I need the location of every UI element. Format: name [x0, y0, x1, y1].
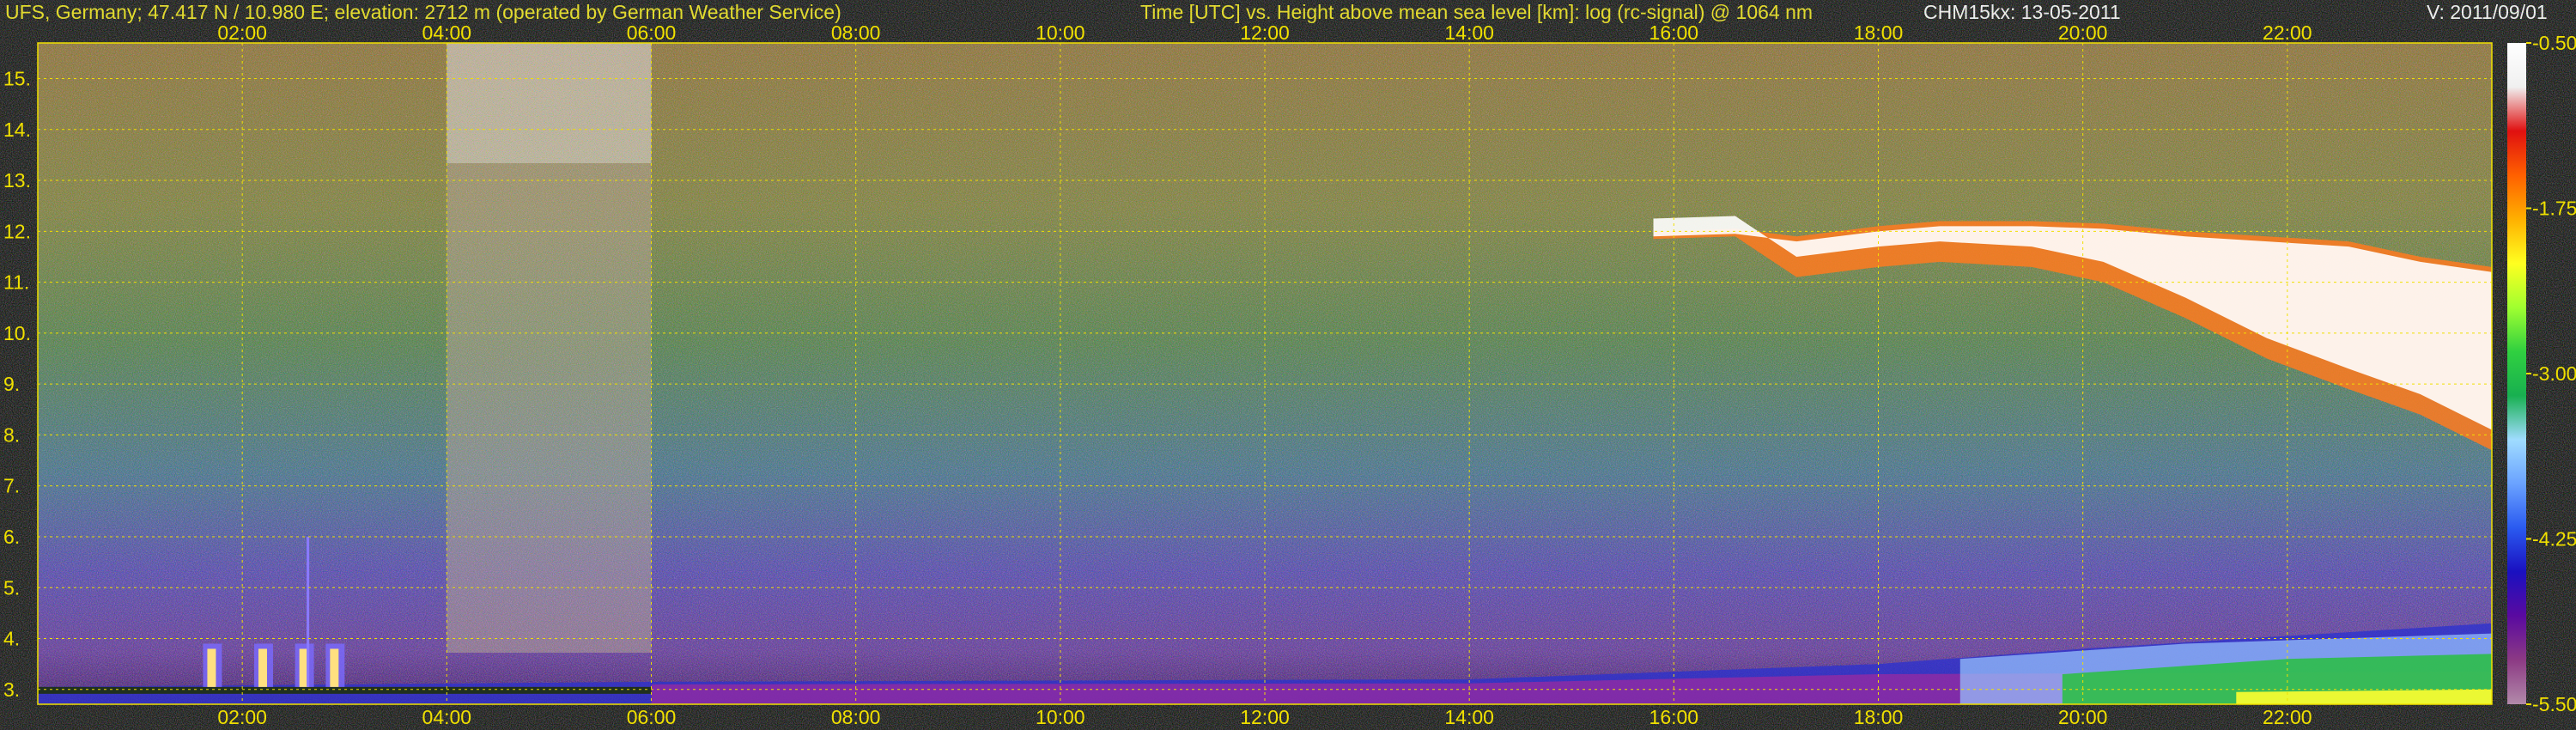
x-tick-label-top: 16:00: [1649, 21, 1699, 44]
y-tick-label: 6.: [3, 526, 20, 548]
x-tick-label-top: 12:00: [1240, 21, 1290, 44]
aerosol-yellow: [2236, 689, 2492, 704]
y-tick-label: 7.: [3, 475, 20, 497]
y-tick-label: 8.: [3, 423, 20, 446]
x-tick-label-top: 22:00: [2263, 21, 2312, 44]
x-tick-label-bottom: 02:00: [217, 706, 267, 728]
y-tick-label: 12.: [3, 220, 31, 242]
y-tick-label: 10.: [3, 322, 31, 344]
x-tick-label-bottom: 20:00: [2058, 706, 2108, 728]
x-tick-label-bottom: 08:00: [831, 706, 881, 728]
x-tick-label-top: 06:00: [627, 21, 677, 44]
colorbar-scale: [2507, 43, 2526, 704]
colorbar-tick-label: -4.25: [2532, 528, 2576, 551]
x-tick-label-top: 04:00: [422, 21, 472, 44]
x-tick-label-bottom: 06:00: [627, 706, 677, 728]
x-tick-label-bottom: 22:00: [2263, 706, 2312, 728]
y-tick-label: 11.: [3, 271, 29, 294]
y-tick-label: 9.: [3, 373, 20, 395]
colorbar-tick-label: -3.00: [2532, 362, 2576, 385]
ceilometer-chart: 02:00 02:00 04:00 04:00 06:00 06:00 08:00 08:00…: [3, 21, 2576, 728]
x-tick-label-bottom: 16:00: [1649, 706, 1699, 728]
x-tick-label-top: 18:00: [1854, 21, 1904, 44]
colorbar-tick-label: -5.50: [2532, 693, 2576, 715]
colorbar-tick-label: -0.50: [2532, 32, 2576, 54]
x-tick-label-bottom: 18:00: [1854, 706, 1904, 728]
y-tick-label: 13.: [3, 169, 31, 192]
colorbar-tick-label: -1.75: [2532, 198, 2576, 220]
x-tick-label-top: 20:00: [2058, 21, 2108, 44]
x-tick-label-top: 08:00: [831, 21, 881, 44]
y-tick-label: 3.: [3, 678, 20, 701]
x-tick-label-top: 02:00: [217, 21, 267, 44]
x-tick-label-bottom: 04:00: [422, 706, 472, 728]
y-tick-label: 15.: [3, 67, 31, 89]
x-tick-label-bottom: 10:00: [1036, 706, 1085, 728]
y-tick-label: 4.: [3, 628, 20, 650]
ground-band: [38, 686, 652, 694]
low-cloud-core: [207, 648, 216, 687]
x-tick-label-bottom: 14:00: [1444, 706, 1494, 728]
x-tick-label-top: 14:00: [1444, 21, 1494, 44]
low-cloud-core: [330, 648, 339, 687]
low-cloud-core: [258, 648, 267, 687]
y-tick-label: 5.: [3, 576, 20, 599]
x-tick-label-bottom: 12:00: [1240, 706, 1290, 728]
colorbar: -0.50 -1.75 -3.00 -4.25 -5.50: [2507, 32, 2576, 715]
y-tick-label: 14.: [3, 119, 31, 141]
x-tick-label-top: 10:00: [1036, 21, 1085, 44]
